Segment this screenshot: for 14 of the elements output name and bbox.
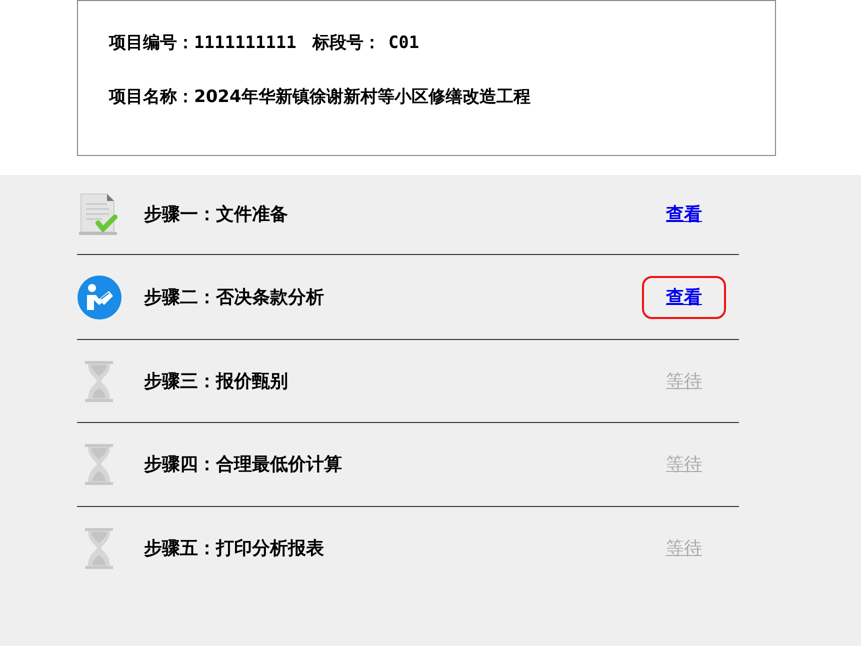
- field-label: 项目名称：: [109, 86, 194, 109]
- step-label: 步骤二：否决条款分析: [144, 286, 325, 310]
- view-link[interactable]: 查看: [642, 276, 726, 318]
- step-label: 步骤三：报价甄别: [144, 370, 289, 394]
- step-label: 步骤四：合理最低价计算: [144, 453, 343, 477]
- step-label: 步骤一：文件准备: [144, 203, 289, 227]
- step-label: 步骤五：打印分析报表: [144, 537, 325, 561]
- project-name: 2024年华新镇徐谢新村等小区修缮改造工程: [194, 86, 530, 109]
- field-label: 标段号：: [312, 32, 380, 55]
- section-number: C01: [388, 32, 420, 55]
- field-label: 项目编号：: [109, 32, 194, 55]
- reading-person-icon: [77, 274, 122, 320]
- view-link[interactable]: 查看: [642, 193, 726, 236]
- project-number: 1111111111: [194, 32, 296, 55]
